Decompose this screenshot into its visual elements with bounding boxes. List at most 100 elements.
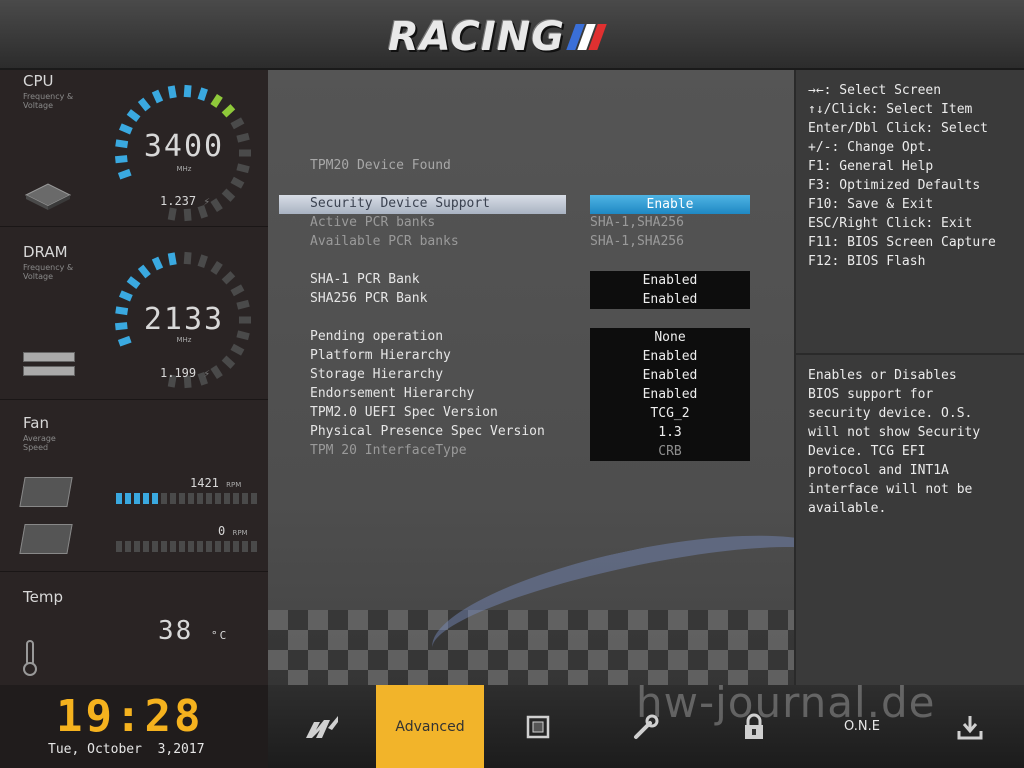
setting-label: Platform Hierarchy	[310, 348, 451, 363]
setting-row[interactable]: Physical Presence Spec Version 1.3	[268, 423, 794, 442]
key-help-line: ESC/Right Click: Exit	[808, 216, 973, 231]
gauge-segment	[197, 87, 208, 102]
temp-panel: Temp 38 °C	[0, 572, 268, 685]
setting-value-box[interactable]: 1.3	[590, 423, 750, 442]
description-line: BIOS support for	[808, 387, 934, 402]
key-help-line: Enter/Dbl Click: Select	[808, 121, 989, 136]
setting-label: Endorsement Hierarchy	[310, 386, 475, 401]
fan-bar-segment	[197, 541, 203, 552]
description-line: protocol and INT1A	[808, 463, 949, 478]
fan-bar-segment	[152, 541, 158, 552]
gauge-segment	[167, 252, 177, 266]
setting-label: Storage Hierarchy	[310, 367, 444, 382]
fan-bar-segment	[170, 493, 176, 504]
memory-module-icon	[23, 352, 75, 376]
description-line: security device. O.S.	[808, 406, 973, 421]
setting-row[interactable]: Pending operation None	[268, 328, 794, 347]
gauge-segment	[230, 117, 245, 130]
fan-bar-segment	[188, 493, 194, 504]
dram-voltage-value: 1.199	[160, 366, 197, 380]
key-help-line: F1: General Help	[808, 159, 934, 174]
fan-bar-segment	[188, 541, 194, 552]
save-icon	[957, 715, 983, 739]
fan-bar-segment	[152, 493, 158, 504]
setting-label: Physical Presence Spec Version	[310, 424, 545, 439]
setting-row[interactable]: Storage Hierarchy Enabled	[268, 366, 794, 385]
dram-panel: DRAM Frequency & Voltage 2133 MHz 1.199 …	[0, 227, 268, 400]
fan-bar-segment	[233, 541, 239, 552]
tab-main[interactable]	[268, 685, 376, 768]
description-line: will not show Security	[808, 425, 981, 440]
description-line: Enables or Disables	[808, 368, 957, 383]
fan-panel: Fan Average Speed 1421 RPM 0 RPM	[0, 400, 268, 572]
settings-pane: TPM20 Device Found Security Device Suppo…	[268, 70, 794, 685]
setting-row[interactable]: Endorsement Hierarchy Enabled	[268, 385, 794, 404]
gauge-segment	[183, 84, 192, 98]
key-help-line: F11: BIOS Screen Capture	[808, 235, 996, 250]
setting-row[interactable]: Platform Hierarchy Enabled	[268, 347, 794, 366]
cpu-voltage: 1.237 ⚡	[160, 194, 210, 208]
setting-value-box[interactable]: Enable	[590, 195, 750, 214]
setting-value-box[interactable]: Enabled	[590, 271, 750, 290]
fan-bar-segment	[125, 493, 131, 504]
gauge-segment	[230, 343, 245, 356]
gauge-segment	[183, 251, 192, 265]
monitor-sidebar: CPU Frequency & Voltage 3400 MHz 1.237 ⚡…	[0, 70, 268, 685]
key-help-line: F12: BIOS Flash	[808, 254, 926, 269]
help-panel: →←: Select Screen ↑↓/Click: Select Item En…	[794, 70, 1024, 685]
bolt-icon: ⚡	[203, 367, 210, 380]
fan-bar-segment	[161, 541, 167, 552]
fan-2-icon	[19, 524, 73, 554]
fan-1-rpm-unit: RPM	[226, 481, 242, 489]
cpu-voltage-value: 1.237	[160, 194, 197, 208]
cpu-panel: CPU Frequency & Voltage 3400 MHz 1.237 ⚡	[0, 70, 268, 227]
setting-row[interactable]: SHA256 PCR Bank Enabled	[268, 290, 794, 309]
chip-icon	[526, 715, 550, 738]
setting-label: Security Device Support	[310, 196, 491, 211]
header: RACING	[0, 0, 1024, 70]
gauge-segment	[126, 109, 141, 122]
fan-1-rpm-value: 1421	[190, 476, 219, 490]
setting-row[interactable]: TPM2.0 UEFI Spec Version TCG_2	[268, 404, 794, 423]
fan-title: Fan	[23, 414, 49, 432]
fan-bar-segment	[215, 493, 221, 504]
setting-value-box: CRB	[590, 442, 750, 461]
setting-value-box[interactable]: Enabled	[590, 366, 750, 385]
setting-row[interactable]: Security Device Support Enable	[268, 195, 794, 214]
setting-value-box[interactable]: Enabled	[590, 347, 750, 366]
dram-title: DRAM	[23, 243, 68, 261]
temperature: 38 °C	[158, 616, 228, 646]
fan-bar-segment	[206, 493, 212, 504]
logo-text: RACING	[388, 14, 566, 60]
thermometer-bulb	[23, 662, 37, 676]
fan-2-rpm: 0 RPM	[218, 524, 248, 538]
gauge-segment	[117, 335, 132, 347]
setting-label: Pending operation	[310, 329, 444, 344]
tpm-found-label: TPM20 Device Found	[310, 158, 451, 173]
setting-value: SHA-1,SHA256	[590, 234, 684, 249]
setting-value-box[interactable]: None	[590, 328, 750, 347]
tab-advanced[interactable]: Advanced	[376, 685, 484, 768]
setting-row: TPM 20 InterfaceType CRB	[268, 442, 794, 461]
fan-1-rpm: 1421 RPM	[190, 476, 241, 490]
setting-row[interactable]: SHA-1 PCR Bank Enabled	[268, 271, 794, 290]
gauge-segment	[118, 290, 133, 302]
cpu-subtitle: Frequency & Voltage	[23, 92, 74, 110]
setting-value-box[interactable]: Enabled	[590, 290, 750, 309]
cpu-title: CPU	[23, 72, 54, 90]
gauge-segment	[151, 256, 164, 271]
tab-hardware[interactable]	[484, 685, 592, 768]
fan-bar-segment	[161, 493, 167, 504]
fan-1-speed-bar	[116, 493, 257, 504]
fan-bar-segment	[125, 541, 131, 552]
temperature-unit: °C	[210, 629, 229, 642]
fan-bar-segment	[242, 493, 248, 504]
setting-value: SHA-1,SHA256	[590, 215, 684, 230]
tab-advanced-label: Advanced	[395, 718, 465, 735]
setting-label: SHA-1 PCR Bank	[310, 272, 420, 287]
fan-bar-segment	[116, 541, 122, 552]
setting-value-box[interactable]: TCG_2	[590, 404, 750, 423]
dram-voltage: 1.199 ⚡	[160, 366, 210, 380]
setting-value-box[interactable]: Enabled	[590, 385, 750, 404]
gauge-segment	[230, 176, 245, 189]
